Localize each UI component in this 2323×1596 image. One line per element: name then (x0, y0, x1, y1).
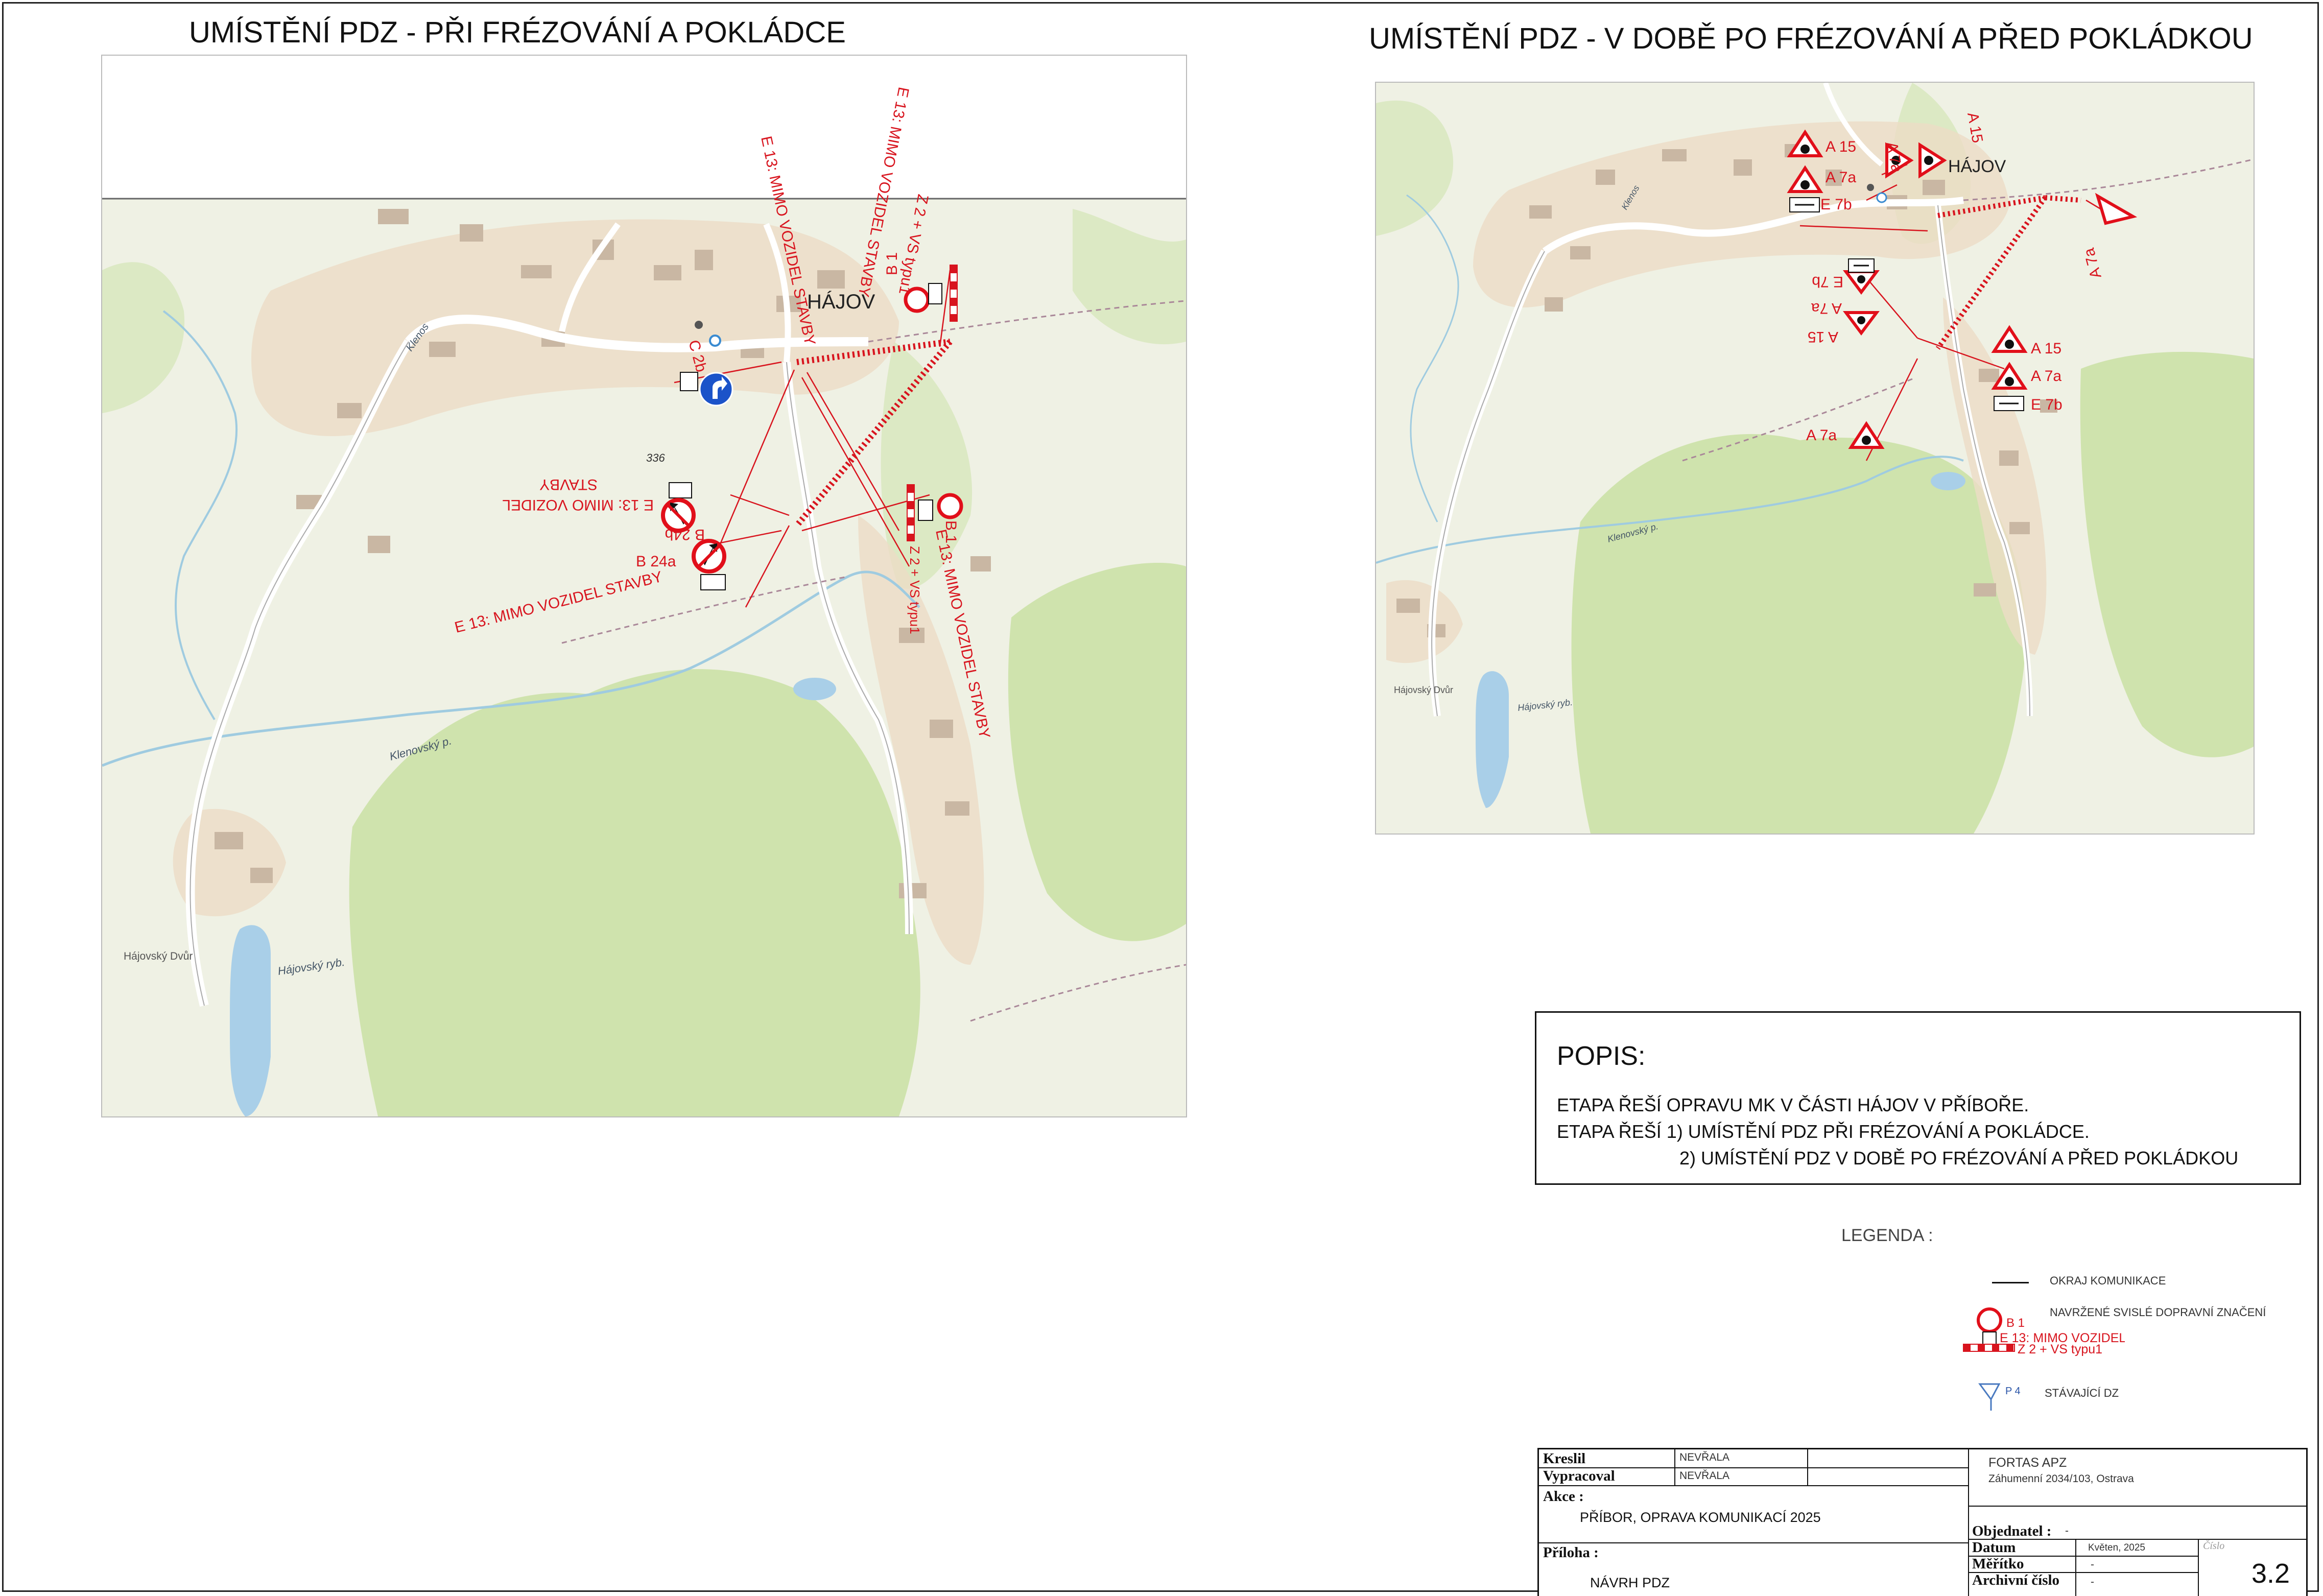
meritko-value: - (2091, 1559, 2094, 1570)
legend-p4: P 4 (2005, 1386, 2021, 1397)
legend-title: LEGENDA : (1841, 1226, 1933, 1245)
title-block: Kreslil NEVŘALA Vypracoval NEVŘALA FORTA… (1537, 1448, 2308, 1596)
cislo-value: 3.2 (2251, 1558, 2290, 1589)
label-a7a-3: A 7a (1811, 300, 1842, 317)
akce-value: PŘÍBOR, OPRAVA KOMUNIKACÍ 2025 (1580, 1510, 1821, 1525)
label-b24b: B 24b (665, 526, 705, 543)
right-panel-title: UMÍSTĚNÍ PDZ - V DOBĚ PO FRÉZOVÁNÍ A PŘE… (1369, 22, 2253, 55)
label-a15-5: A 15 (2031, 340, 2061, 357)
legend-road-edge-text: OKRAJ KOMUNIKACE (2050, 1274, 2166, 1287)
label-e7b-4: E 7b (2031, 396, 2063, 413)
drawing-sheet: UMÍSTĚNÍ PDZ - PŘI FRÉZOVÁNÍ A POKLÁDCE … (0, 0, 2323, 1596)
label-a15-1: A 15 (1826, 138, 1856, 155)
legend-sign-symbol: B 1 E 13: MIMO VOZIDEL STAVBY Z 2 + VS t… (1963, 1307, 2125, 1356)
meritko-label: Měřítko (1972, 1556, 2024, 1572)
cislo-label: Číslo (2203, 1540, 2225, 1552)
description-box: POPIS: ETAPA ŘEŠÍ OPRAVU MK V ČÁSTI HÁJO… (1535, 1011, 2301, 1185)
left-panel-title: UMÍSTĚNÍ PDZ - PŘI FRÉZOVÁNÍ A POKLÁDCE (189, 16, 846, 49)
description-line-1: ETAPA ŘEŠÍ OPRAVU MK V ČÁSTI HÁJOV V PŘÍ… (1557, 1094, 2029, 1115)
vypracoval-value: NEVŘALA (1679, 1470, 1730, 1482)
right-farm-label: Hájovský Dvůr (1394, 685, 1453, 695)
legend-b1: B 1 (2006, 1316, 2025, 1330)
label-a7a-1: A 7a (1826, 169, 1856, 186)
legend-road-edge-line (1992, 1282, 2029, 1283)
kreslil-value: NEVŘALA (1679, 1451, 1730, 1463)
label-e7b-1: E 7b (1820, 196, 1852, 213)
archivni-value: - (2091, 1576, 2094, 1588)
right-village-label: HÁJOV (1948, 157, 2006, 176)
left-farm-label: Hájovský Dvůr (124, 950, 193, 962)
priloha-label: Příloha : (1543, 1544, 1599, 1561)
company-name: FORTAS APZ (1988, 1456, 2067, 1470)
label-z2-right: Z 2 + VS typu1 (907, 546, 922, 634)
legend-existing-text: STÁVAJÍCÍ DZ (2045, 1387, 2119, 1399)
datum-value: Květen, 2025 (2088, 1542, 2145, 1553)
legend-z2: Z 2 + VS typu1 (2018, 1342, 2102, 1356)
label-b1-top: B 1 (884, 252, 900, 275)
vypracoval-label: Vypracoval (1543, 1468, 1615, 1484)
right-map-drawing: HÁJOV Hájovský Dvůr Hájovský ryb. Klenov… (1376, 83, 2254, 833)
elevation-label: 336 (646, 451, 665, 464)
company-address: Záhumenní 2034/103, Ostrava (1988, 1473, 2134, 1485)
label-e7b-2: E 7b (1812, 273, 1843, 290)
label-e13-b24b-2: STAVBY (539, 476, 598, 493)
datum-label: Datum (1972, 1539, 2016, 1556)
objednatel-label: Objednatel : (1972, 1523, 2052, 1539)
label-e13-b24b-1: E 13: MIMO VOZIDEL (502, 496, 654, 513)
label-a7a-5: A 7a (2031, 368, 2061, 385)
left-map-drawing: HÁJOV Hájovský Dvůr Hájovský ryb. Klenov… (102, 56, 1186, 1116)
label-b24a: B 24a (636, 553, 676, 570)
archivni-label: Archivní číslo (1972, 1572, 2060, 1588)
description-line-3: 2) UMÍSTĚNÍ PDZ V DOBĚ PO FRÉZOVÁNÍ A PŘ… (1679, 1148, 2239, 1169)
label-a15-4: A 15 (1808, 328, 1838, 345)
right-map[interactable]: HÁJOV Hájovský Dvůr Hájovský ryb. Klenov… (1375, 82, 2255, 835)
priloha-value: NÁVRH PDZ (1590, 1575, 1670, 1590)
description-heading: POPIS: (1557, 1041, 1646, 1071)
legend-existing-sign-icon: P 4 (1978, 1383, 2021, 1411)
left-map[interactable]: HÁJOV Hájovský Dvůr Hájovský ryb. Klenov… (101, 55, 1187, 1117)
description-line-2: ETAPA ŘEŠÍ 1) UMÍSTĚNÍ PDZ PŘI FRÉZOVÁNÍ… (1557, 1121, 2090, 1142)
objednatel-value: - (2065, 1525, 2069, 1537)
kreslil-label: Kreslil (1543, 1450, 1586, 1467)
label-a7a-4: A 7a (1806, 427, 1837, 444)
akce-label: Akce : (1543, 1488, 1584, 1505)
